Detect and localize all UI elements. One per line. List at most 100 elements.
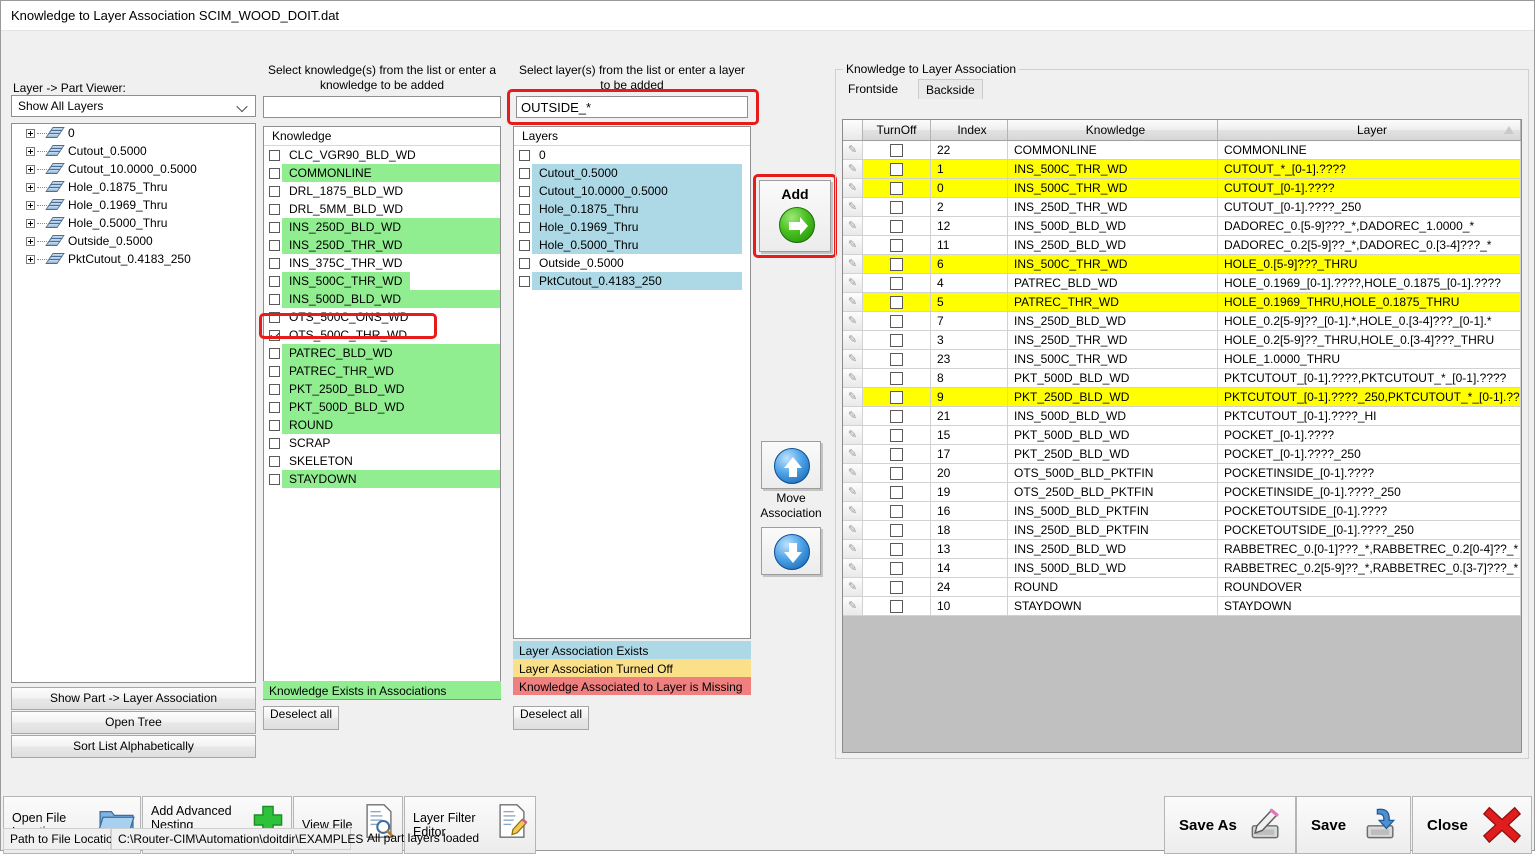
knowledge-item-checkbox[interactable] — [269, 276, 280, 287]
left-action-button-1[interactable]: Open Tree — [11, 711, 256, 734]
row-turnoff-cell[interactable] — [863, 160, 931, 178]
row-turnoff-cell[interactable] — [863, 141, 931, 159]
layer-list-item[interactable]: Hole_0.1969_Thru — [514, 218, 750, 236]
layers-deselect-all-button[interactable]: Deselect all — [513, 706, 589, 730]
save-as-button[interactable]: Save As — [1164, 796, 1296, 854]
layer-item-checkbox[interactable] — [519, 168, 530, 179]
turnoff-checkbox[interactable] — [890, 581, 903, 594]
move-association-down-button[interactable] — [761, 527, 821, 575]
layer-item-checkbox[interactable] — [519, 240, 530, 251]
turnoff-checkbox[interactable] — [890, 315, 903, 328]
knowledge-list-item[interactable]: INS_375C_THR_WD — [264, 254, 500, 272]
tree-item-3[interactable]: Hole_0.1875_Thru — [12, 178, 255, 196]
layer-list-item[interactable]: PktCutout_0.4183_250 — [514, 272, 750, 290]
knowledge-deselect-all-button[interactable]: Deselect all — [263, 706, 339, 730]
knowledge-list-item[interactable]: COMMONLINE — [264, 164, 500, 182]
turnoff-checkbox[interactable] — [890, 277, 903, 290]
turnoff-checkbox[interactable] — [890, 486, 903, 499]
expand-icon[interactable] — [26, 183, 35, 192]
close-button[interactable]: Close — [1412, 796, 1532, 854]
left-action-button-2[interactable]: Sort List Alphabetically — [11, 735, 256, 758]
knowledge-item-checkbox[interactable] — [269, 204, 280, 215]
layer-list-item[interactable]: Cutout_10.0000_0.5000 — [514, 182, 750, 200]
knowledge-list-item[interactable]: CLC_VGR90_BLD_WD — [264, 146, 500, 164]
tree-item-2[interactable]: Cutout_10.0000_0.5000 — [12, 160, 255, 178]
knowledge-item-checkbox[interactable] — [269, 240, 280, 251]
table-row[interactable]: ✎7INS_250D_BLD_WDHOLE_0.2[5-9]??_[0-1].*… — [843, 312, 1521, 331]
knowledge-item-checkbox[interactable] — [269, 222, 280, 233]
layer-filter-combo[interactable]: Show All Layers — [11, 95, 256, 117]
knowledge-item-checkbox[interactable] — [269, 150, 280, 161]
table-row[interactable]: ✎9PKT_250D_BLD_WDPKTCUTOUT_[0-1].????_25… — [843, 388, 1521, 407]
table-row[interactable]: ✎1INS_500C_THR_WDCUTOUT_*_[0-1].???? — [843, 160, 1521, 179]
tree-item-4[interactable]: Hole_0.1969_Thru — [12, 196, 255, 214]
knowledge-list-item[interactable]: INS_500C_THR_WD — [264, 272, 500, 290]
knowledge-item-checkbox[interactable] — [269, 474, 280, 485]
knowledge-input[interactable] — [263, 96, 501, 118]
table-row[interactable]: ✎8PKT_500D_BLD_WDPKTCUTOUT_[0-1].????,PK… — [843, 369, 1521, 388]
row-turnoff-cell[interactable] — [863, 464, 931, 482]
layer-item-checkbox[interactable] — [519, 276, 530, 287]
table-row[interactable]: ✎20OTS_500D_BLD_PKTFINPOCKETINSIDE_[0-1]… — [843, 464, 1521, 483]
knowledge-item-checkbox[interactable] — [269, 186, 280, 197]
table-row[interactable]: ✎15PKT_500D_BLD_WDPOCKET_[0-1].???? — [843, 426, 1521, 445]
row-turnoff-cell[interactable] — [863, 578, 931, 596]
expand-icon[interactable] — [26, 255, 35, 264]
tree-item-6[interactable]: Outside_0.5000 — [12, 232, 255, 250]
turnoff-checkbox[interactable] — [890, 239, 903, 252]
knowledge-list-item[interactable]: PATREC_BLD_WD — [264, 344, 500, 362]
knowledge-item-checkbox[interactable] — [269, 420, 280, 431]
layer-list-item[interactable]: Outside_0.5000 — [514, 254, 750, 272]
table-row[interactable]: ✎6INS_500C_THR_WDHOLE_0.[5-9]???_THRU — [843, 255, 1521, 274]
layer-tree[interactable]: 0Cutout_0.5000Cutout_10.0000_0.5000Hole_… — [11, 123, 256, 683]
knowledge-item-checkbox[interactable] — [269, 312, 280, 323]
table-row[interactable]: ✎0INS_500C_THR_WDCUTOUT_[0-1].???? — [843, 179, 1521, 198]
knowledge-item-checkbox[interactable] — [269, 294, 280, 305]
row-turnoff-cell[interactable] — [863, 559, 931, 577]
table-row[interactable]: ✎13INS_250D_BLD_WDRABBETREC_0.[0-1]???_*… — [843, 540, 1521, 559]
add-button[interactable]: Add — [759, 180, 831, 252]
expand-icon[interactable] — [26, 219, 35, 228]
tree-item-7[interactable]: PktCutout_0.4183_250 — [12, 250, 255, 268]
knowledge-listbox[interactable]: Knowledge CLC_VGR90_BLD_WDCOMMONLINEDRL_… — [263, 126, 501, 700]
knowledge-list-item[interactable]: INS_250D_THR_WD — [264, 236, 500, 254]
row-turnoff-cell[interactable] — [863, 179, 931, 197]
row-turnoff-cell[interactable] — [863, 445, 931, 463]
row-turnoff-cell[interactable] — [863, 369, 931, 387]
turnoff-checkbox[interactable] — [890, 334, 903, 347]
row-turnoff-cell[interactable] — [863, 540, 931, 558]
expand-icon[interactable] — [26, 237, 35, 246]
table-row[interactable]: ✎3INS_250D_THR_WDHOLE_0.2[5-9]??_THRU,HO… — [843, 331, 1521, 350]
turnoff-checkbox[interactable] — [890, 467, 903, 480]
layer-item-checkbox[interactable] — [519, 258, 530, 269]
association-grid[interactable]: TurnOff Index Knowledge Layer ✎22COMMONL… — [842, 119, 1522, 753]
row-turnoff-cell[interactable] — [863, 255, 931, 273]
row-turnoff-cell[interactable] — [863, 312, 931, 330]
knowledge-item-checkbox[interactable] — [269, 456, 280, 467]
turnoff-checkbox[interactable] — [890, 144, 903, 157]
turnoff-checkbox[interactable] — [890, 163, 903, 176]
knowledge-list-item[interactable]: OTS_500C_THR_WD — [264, 326, 500, 344]
grid-header-turnoff[interactable]: TurnOff — [863, 120, 931, 140]
row-turnoff-cell[interactable] — [863, 426, 931, 444]
layer-item-checkbox[interactable] — [519, 186, 530, 197]
row-turnoff-cell[interactable] — [863, 350, 931, 368]
table-row[interactable]: ✎16INS_500D_BLD_PKTFINPOCKETOUTSIDE_[0-1… — [843, 502, 1521, 521]
tree-item-1[interactable]: Cutout_0.5000 — [12, 142, 255, 160]
knowledge-item-checkbox[interactable] — [269, 402, 280, 413]
table-row[interactable]: ✎22COMMONLINECOMMONLINE — [843, 141, 1521, 160]
turnoff-checkbox[interactable] — [890, 562, 903, 575]
layer-list-item[interactable]: 0 — [514, 146, 750, 164]
knowledge-list-item[interactable]: STAYDOWN — [264, 470, 500, 488]
knowledge-list-item[interactable]: SKELETON — [264, 452, 500, 470]
tree-item-5[interactable]: Hole_0.5000_Thru — [12, 214, 255, 232]
row-turnoff-cell[interactable] — [863, 293, 931, 311]
grid-header-layer[interactable]: Layer — [1218, 120, 1521, 140]
layers-input[interactable] — [516, 96, 748, 118]
row-turnoff-cell[interactable] — [863, 483, 931, 501]
turnoff-checkbox[interactable] — [890, 201, 903, 214]
knowledge-list-item[interactable]: INS_500D_BLD_WD — [264, 290, 500, 308]
row-turnoff-cell[interactable] — [863, 198, 931, 216]
table-row[interactable]: ✎18INS_250D_BLD_PKTFINPOCKETOUTSIDE_[0-1… — [843, 521, 1521, 540]
row-turnoff-cell[interactable] — [863, 597, 931, 615]
